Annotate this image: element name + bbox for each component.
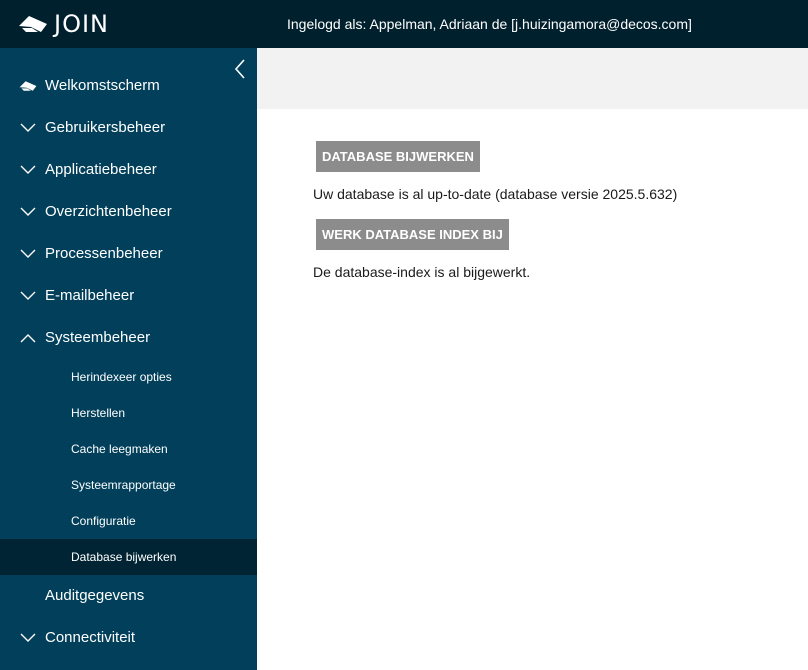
chevron-down-icon (19, 631, 37, 645)
join-logo[interactable]: JOIN (18, 10, 109, 38)
sidebar-subitem-label: Cache leegmaken (71, 442, 168, 456)
sidebar-subitem-label: Herstellen (71, 406, 126, 420)
top-bar: JOIN Ingelogd als: Appelman, Adriaan de … (0, 0, 808, 48)
sidebar-subitem-configuratie[interactable]: Configuratie (0, 503, 257, 539)
content-header (257, 48, 808, 109)
chevron-down-icon (19, 289, 37, 303)
sidebar-item-emailbeheer[interactable]: E-mailbeheer (0, 278, 257, 314)
sidebar-item-label: Auditgegevens (45, 587, 145, 604)
sidebar-item-connectiviteit[interactable]: Connectiviteit (0, 620, 257, 656)
join-logo-icon (19, 79, 37, 93)
logged-in-user-text: Ingelogd als: Appelman, Adriaan de [j.hu… (287, 16, 692, 32)
sidebar-item-label: Connectiviteit (45, 629, 136, 646)
update-index-button[interactable]: WERK DATABASE INDEX BIJ (316, 219, 509, 250)
sidebar-item-label: E-mailbeheer (45, 287, 135, 304)
sidebar-subitem-label: Configuratie (71, 514, 136, 528)
chevron-down-icon (19, 205, 37, 219)
join-logo-icon (18, 15, 48, 33)
sidebar-item-auditgegevens[interactable]: Auditgegevens (0, 578, 257, 614)
index-status-text: De database-index is al bijgewerkt. (313, 264, 531, 280)
sidebar-subitem-herindexeer-opties[interactable]: Herindexeer opties (0, 359, 257, 395)
chevron-down-icon (19, 121, 37, 135)
sidebar: Welkomstscherm Gebruikersbeheer Applicat… (0, 48, 257, 670)
sidebar-subitem-database-bijwerken[interactable]: Database bijwerken (0, 539, 257, 575)
sidebar-item-applicatiebeheer[interactable]: Applicatiebeheer (0, 152, 257, 188)
sidebar-item-gebruikersbeheer[interactable]: Gebruikersbeheer (0, 110, 257, 146)
sidebar-item-welkomstscherm[interactable]: Welkomstscherm (0, 68, 257, 104)
sidebar-item-processenbeheer[interactable]: Processenbeheer (0, 236, 257, 272)
sidebar-item-label: Welkomstscherm (45, 77, 160, 94)
sidebar-item-systeembeheer[interactable]: Systeembeheer (0, 320, 257, 356)
sidebar-item-label: Systeembeheer (45, 329, 151, 346)
sidebar-item-label: Applicatiebeheer (45, 161, 157, 178)
chevron-down-icon (19, 163, 37, 177)
sidebar-subitem-herstellen[interactable]: Herstellen (0, 395, 257, 431)
chevron-up-icon (19, 331, 37, 345)
sidebar-item-label: Processenbeheer (45, 245, 163, 262)
update-database-button[interactable]: DATABASE BIJWERKEN (316, 141, 480, 172)
chevron-down-icon (19, 247, 37, 261)
sidebar-subitem-label: Herindexeer opties (71, 370, 172, 384)
brand-name: JOIN (54, 10, 109, 38)
sidebar-item-label: Overzichtenbeheer (45, 203, 172, 220)
sidebar-item-overzichtenbeheer[interactable]: Overzichtenbeheer (0, 194, 257, 230)
main-content: DATABASE BIJWERKEN Uw database is al up-… (257, 109, 808, 670)
sidebar-subitem-label: Systeemrapportage (71, 478, 176, 492)
sidebar-subitem-systeemrapportage[interactable]: Systeemrapportage (0, 467, 257, 503)
sidebar-item-label: Gebruikersbeheer (45, 119, 166, 136)
sidebar-subitem-cache-leegmaken[interactable]: Cache leegmaken (0, 431, 257, 467)
sidebar-subitem-label: Database bijwerken (71, 550, 177, 564)
database-status-text: Uw database is al up-to-date (database v… (313, 186, 678, 202)
